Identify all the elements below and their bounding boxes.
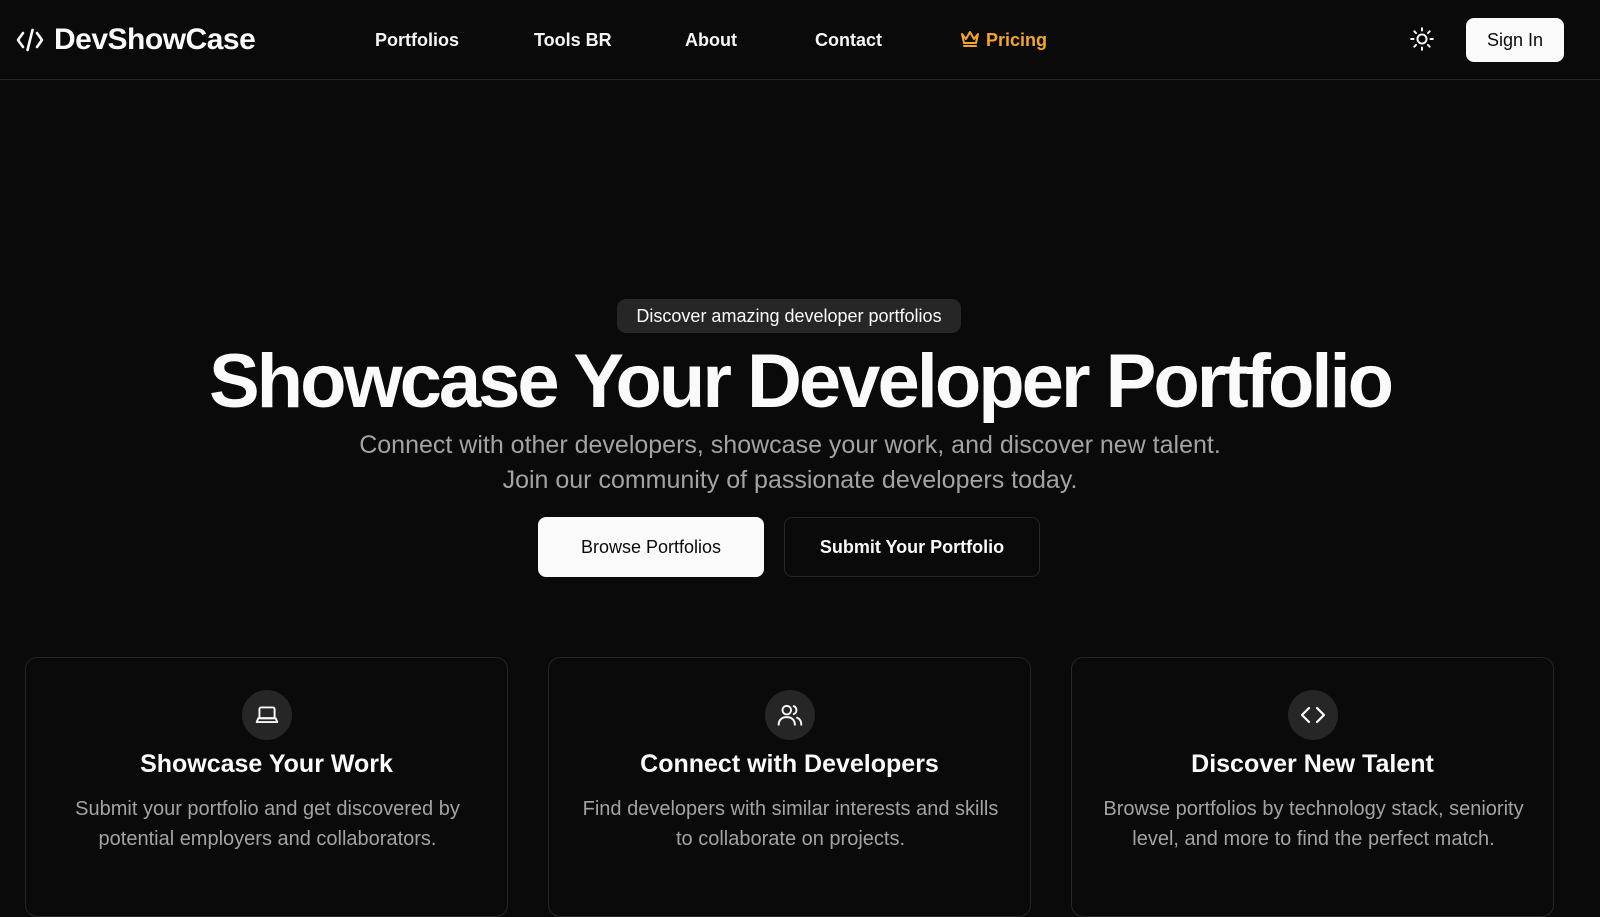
hero-badge: Discover amazing developer portfolios [617,299,961,333]
sign-in-button[interactable]: Sign In [1466,18,1564,62]
brand-logo-link[interactable]: DevShowCase [16,0,256,80]
laptop-icon [241,690,292,740]
users-icon [764,690,815,740]
nav-link-label: About [685,29,737,50]
nav-link-pricing[interactable]: Pricing [960,0,1047,80]
nav-link-label: Contact [815,29,882,50]
nav-link-about[interactable]: About [685,0,737,80]
feature-card-discover: Discover New Talent Browse portfolios by… [1071,657,1554,917]
theme-toggle-button[interactable] [1404,22,1440,58]
nav-link-label: Tools BR [534,29,612,50]
code-slash-icon [16,27,44,53]
feature-card-title: Connect with Developers [640,750,939,778]
hero-subtitle: Connect with other developers, showcase … [359,431,1221,494]
nav-link-tools-br[interactable]: Tools BR [534,0,612,80]
feature-card-title: Showcase Your Work [140,750,393,778]
nav-link-portfolios[interactable]: Portfolios [375,0,459,80]
top-navbar: DevShowCase Portfolios Tools BR About Co… [0,0,1600,80]
feature-card-description: Submit your portfolio and get discovered… [75,798,460,850]
submit-portfolio-button[interactable]: Submit Your Portfolio [784,517,1040,577]
brand-name: DevShowCase [54,23,256,56]
feature-card-connect: Connect with Developers Find developers … [548,657,1031,917]
feature-card-showcase: Showcase Your Work Submit your portfolio… [25,657,508,917]
feature-card-description: Find developers with similar interests a… [582,798,999,850]
feature-card-title: Discover New Talent [1191,750,1434,778]
nav-link-label: Pricing [986,29,1048,50]
code-icon [1287,690,1338,740]
browse-portfolios-button[interactable]: Browse Portfolios [538,517,764,577]
nav-link-label: Portfolios [375,29,459,50]
hero-title: Showcase Your Developer Portfolio [208,339,1394,424]
sun-icon [1409,26,1435,55]
crown-icon [960,29,980,52]
feature-card-description: Browse portfolios by technology stack, s… [1103,798,1524,850]
nav-link-contact[interactable]: Contact [815,0,882,80]
